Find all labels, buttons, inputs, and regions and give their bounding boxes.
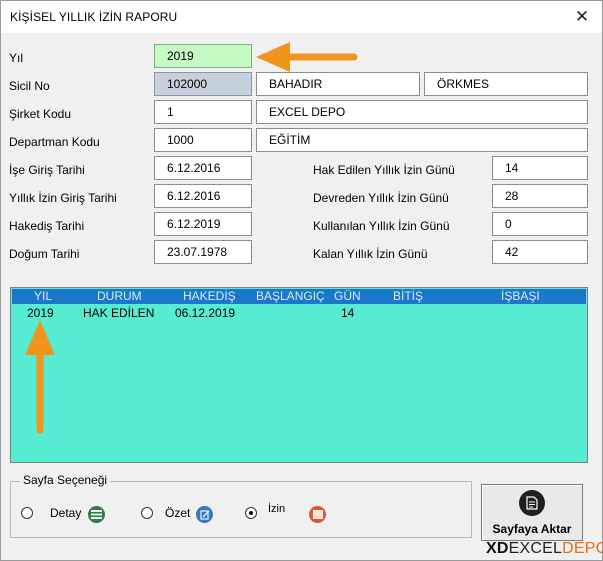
departman-label: Departman Kodu — [9, 135, 100, 149]
col-header-isbasi: İŞBAŞI — [501, 289, 540, 303]
document-icon — [519, 490, 545, 516]
cell-gun: 14 — [341, 306, 355, 320]
col-header-baslangic: BAŞLANGIÇ — [256, 289, 325, 303]
ise-giris-field[interactable]: 6.12.2016 — [154, 156, 252, 180]
department-name-field[interactable]: EĞİTİM — [256, 128, 588, 152]
list-icon — [88, 506, 105, 523]
last-name-field[interactable]: ÖRKMES — [424, 72, 588, 96]
page-options-caption: Sayfa Seçeneği — [20, 473, 111, 487]
hak-edilen-field[interactable]: 14 — [492, 156, 588, 180]
radio-izin[interactable] — [245, 507, 257, 519]
col-header-bitis: BİTİŞ — [393, 289, 424, 303]
devreden-label: Devreden Yıllık İzin Günü — [313, 191, 449, 205]
cell-hakedis: 06.12.2019 — [175, 306, 236, 320]
dogum-label: Doğum Tarihi — [9, 247, 80, 261]
radio-detay-label[interactable]: Detay — [50, 506, 81, 520]
kalan-label: Kalan Yıllık İzin Günü — [313, 247, 428, 261]
hak-edilen-label: Hak Edilen Yıllık İzin Günü — [313, 163, 455, 177]
hakedis-field[interactable]: 6.12.2019 — [154, 212, 252, 236]
radio-ozet-label[interactable]: Özet — [165, 506, 190, 520]
col-header-hakedis: HAKEDİŞ — [183, 289, 236, 303]
radio-izin-label[interactable]: İzin — [268, 503, 285, 515]
yil-label: Yıl — [9, 51, 24, 65]
departman-field[interactable]: 1000 — [154, 128, 252, 152]
sirket-label: Şirket Kodu — [9, 107, 72, 121]
export-to-sheet-button[interactable]: Sayfaya Aktar — [481, 484, 583, 541]
col-header-gun: GÜN — [334, 289, 361, 303]
yil-field[interactable]: 2019 — [154, 44, 252, 68]
kullanilan-field[interactable]: 0 — [492, 212, 588, 236]
edit-icon — [196, 506, 213, 523]
first-name-field[interactable]: BAHADIR — [256, 72, 420, 96]
ise-giris-label: İşe Giriş Tarihi — [9, 163, 85, 177]
cell-durum: HAK EDİLEN — [83, 306, 155, 320]
radio-detay[interactable] — [21, 507, 33, 519]
close-icon: ✕ — [574, 7, 590, 26]
sicil-label: Sicil No — [9, 79, 50, 93]
annotation-arrow-up-icon — [25, 320, 55, 434]
col-header-durum: DURUM — [97, 289, 142, 303]
devreden-field[interactable]: 28 — [492, 184, 588, 208]
yillik-izin-giris-label: Yıllık İzin Giriş Tarihi — [9, 191, 117, 205]
company-name-field[interactable]: EXCEL DEPO — [256, 100, 588, 124]
col-header-yil: YIL — [34, 289, 53, 303]
annotation-arrow-right-icon — [256, 42, 358, 72]
close-button[interactable]: ✕ — [562, 1, 602, 33]
kalan-field[interactable]: 42 — [492, 240, 588, 264]
dogum-field[interactable]: 23.07.1978 — [154, 240, 252, 264]
leave-listbox[interactable]: YIL DURUM HAKEDİŞ BAŞLANGIÇ GÜN BİTİŞ İŞ… — [10, 287, 588, 463]
radio-ozet[interactable] — [141, 507, 153, 519]
sirket-field[interactable]: 1 — [154, 100, 252, 124]
kullanilan-label: Kullanılan Yıllık İzin Günü — [313, 219, 450, 233]
export-button-label: Sayfaya Aktar — [492, 522, 572, 536]
sicil-field[interactable]: 102000 — [154, 72, 252, 96]
title-bar: KİŞİSEL YILLIK İZİN RAPORU ✕ — [1, 1, 602, 33]
yillik-izin-giris-field[interactable]: 6.12.2016 — [154, 184, 252, 208]
listbox-header: YIL DURUM HAKEDİŞ BAŞLANGIÇ GÜN BİTİŞ İŞ… — [12, 289, 586, 304]
window-title: KİŞİSEL YILLIK İZİN RAPORU — [10, 10, 178, 24]
hakedis-label: Hakediş Tarihi — [9, 219, 85, 233]
calendar-icon — [309, 506, 326, 523]
excel-depo-logo: XDEXCELDEPO — [486, 540, 603, 557]
